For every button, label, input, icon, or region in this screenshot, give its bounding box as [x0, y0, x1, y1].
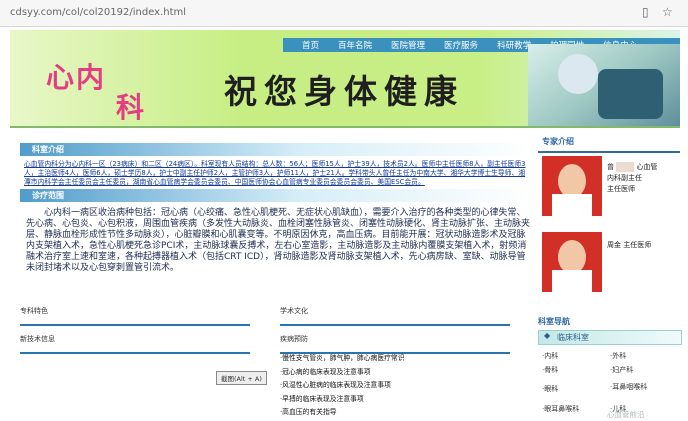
experts-header: 专家介绍 — [538, 136, 680, 153]
watermark: 心血管前沿 — [607, 410, 645, 419]
address-bar[interactable]: cdsyy.com/col/col20192/index.html ▯ ☆ — [0, 0, 688, 27]
nav-item[interactable]: 百年名院 — [338, 39, 372, 51]
doctor-title: 心血管 — [636, 163, 658, 171]
department-nav-title: 科室导航 — [538, 316, 680, 330]
dept-link[interactable]: ·外科 — [610, 351, 626, 361]
banner: 首页 百年名院 医院管理 医疗服务 科研教学 护理园地 信息中心 心内 科 祝您… — [10, 30, 680, 128]
doctor-card[interactable]: 周金 主任医师 — [538, 232, 680, 298]
dept-link[interactable]: ·眼科 — [542, 384, 558, 394]
doctor-info: 曾 心血管 内科副主任 主任医师 — [607, 162, 657, 195]
doctor-title2: 主任医师 — [607, 185, 635, 193]
dept-link[interactable]: ·妇产科 — [610, 365, 633, 375]
doctor-card[interactable]: 曾 心血管 内科副主任 主任医师 — [538, 156, 680, 222]
page: 首页 百年名院 医院管理 医疗服务 科研教学 护理园地 信息中心 心内 科 祝您… — [10, 30, 682, 421]
doctor-info: 周金 主任医师 — [607, 241, 652, 249]
dept-link[interactable]: ·眼耳鼻喉科 — [542, 404, 579, 414]
box-title: 专科特色 — [20, 307, 48, 315]
box-title: 疾病预防 — [280, 335, 308, 343]
url-text[interactable]: cdsyy.com/col/col20192/index.html — [10, 7, 186, 18]
treatment-text: 心内科一病区收治病种包括：冠心病（心绞痛、急性心肌梗死、无症状心肌缺血），需要介… — [26, 208, 531, 274]
department-logo: 心内 科 — [46, 56, 168, 124]
list-item[interactable]: ·早搏的临床表现及注意事项 — [280, 393, 405, 407]
arrow-icon: ◆ — [544, 331, 551, 340]
nav-item[interactable]: 医疗服务 — [444, 39, 478, 51]
academic-box[interactable]: 学术文化 — [280, 306, 510, 326]
right-sidebar: 专家介绍 曾 心血管 内科副主任 主任医师 周金 主任医师 科室导航 ◆ 临床科室… — [538, 136, 682, 421]
specialty-box[interactable]: 专科特色 — [20, 306, 250, 326]
banner-slogan: 祝您身体健康 — [224, 72, 464, 111]
nav-item[interactable]: 首页 — [302, 39, 319, 51]
list-item[interactable]: ·高血压的有关指导 — [280, 406, 405, 420]
prevention-list: ·慢性支气管炎，肺气肿，肺心病医疗常识 ·冠心病的临床表现及注意事项 ·风湿性心… — [280, 352, 405, 420]
prevention-box[interactable]: 疾病预防 — [280, 334, 510, 354]
section-header: 科室介绍 — [20, 143, 532, 156]
intro-text[interactable]: 心血管内科分为心内科一区（23病床）和二区（24病区）。科室现有人员结构：总人数… — [24, 160, 529, 186]
box-title: 学术文化 — [280, 307, 308, 315]
clinical-dept-bar[interactable]: ◆ 临床科室 — [538, 330, 682, 345]
dept-link[interactable]: ·耳鼻咽喉科 — [610, 382, 647, 392]
dept-link[interactable]: ·内科 — [542, 351, 558, 361]
list-item[interactable]: ·风湿性心脏病的临床表现及注意事项 — [280, 379, 405, 393]
clinical-dept-label: 临床科室 — [557, 333, 589, 342]
name-blur — [616, 162, 635, 172]
doctor-photo — [542, 156, 602, 216]
nav-item[interactable]: 医院管理 — [391, 39, 425, 51]
banner-photo — [528, 44, 680, 126]
logo-text-bottom: 科 — [116, 91, 145, 124]
list-item[interactable]: ·慢性支气管炎，肺气肿，肺心病医疗常识 — [280, 352, 405, 366]
list-item[interactable]: ·冠心病的临床表现及注意事项 — [280, 366, 405, 380]
nav-item[interactable]: 科研教学 — [497, 39, 531, 51]
screenshot-tooltip: 截图(Alt + A) — [216, 371, 267, 385]
new-tech-box[interactable]: 新技术信息 — [20, 334, 250, 354]
doctor-name: 曾 — [607, 163, 614, 171]
star-icon[interactable]: ☆ — [662, 5, 673, 19]
main-content: 科室介绍 心血管内科分为心内科一区（23病床）和二区（24病区）。科室现有人员结… — [20, 143, 532, 274]
treat-title: 诊疗范围 — [32, 191, 64, 201]
intro-title: 科室介绍 — [32, 145, 64, 154]
doctor-role: 内科副主任 — [607, 174, 642, 182]
logo-text-top: 心内 — [46, 61, 107, 94]
box-title: 新技术信息 — [20, 335, 55, 343]
dept-link[interactable]: ·骨科 — [542, 365, 558, 375]
doctor-photo — [542, 232, 602, 292]
section-header: 诊疗范围 — [20, 189, 532, 203]
reader-icon[interactable]: ▯ — [642, 5, 649, 19]
